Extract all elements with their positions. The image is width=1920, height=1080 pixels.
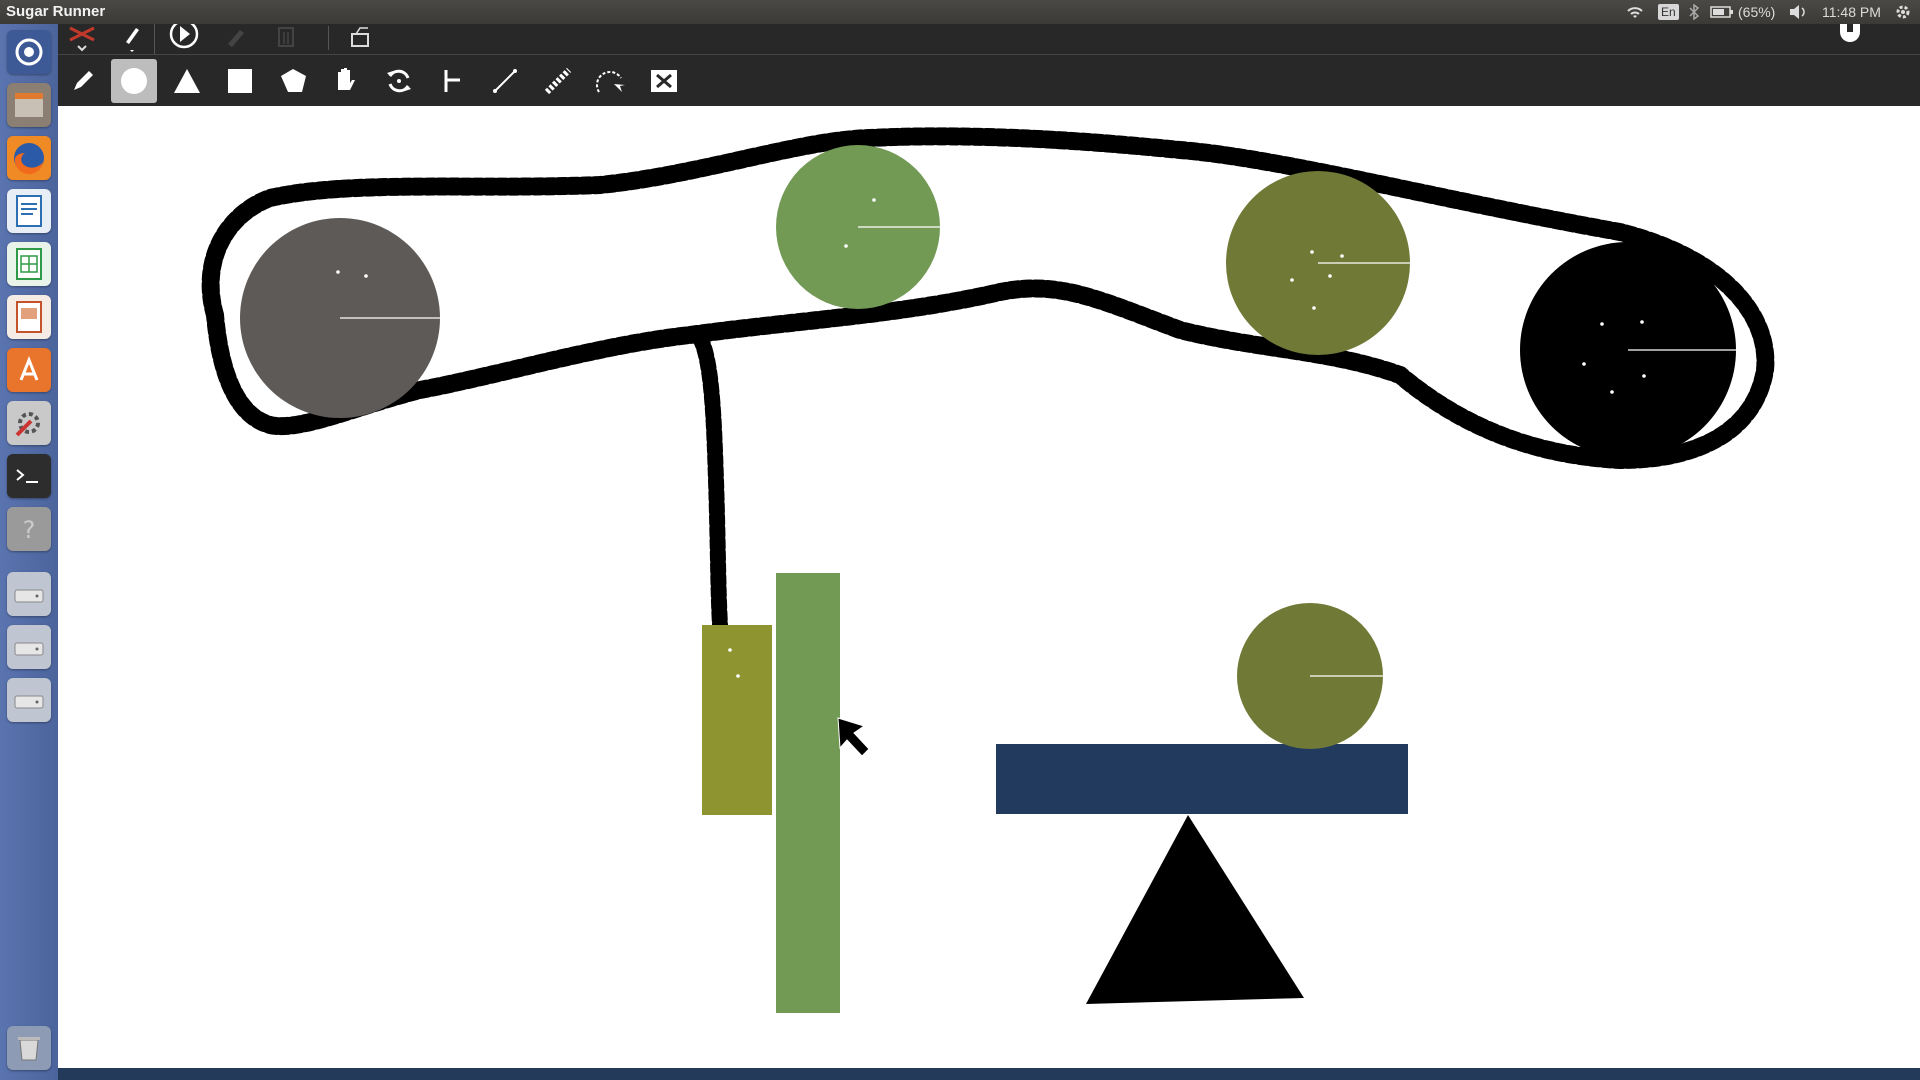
clock[interactable]: 11:48 PM [1822,3,1881,21]
seesaw-plank[interactable] [996,744,1408,814]
gear-icon[interactable] [1894,3,1912,21]
keyboard-indicator[interactable]: En [1658,4,1679,20]
dash-icon[interactable] [7,30,51,74]
terminal-icon[interactable] [7,454,51,498]
battery-icon[interactable] [1710,3,1734,21]
status-strip [58,1068,1920,1080]
trash-icon[interactable] [7,1026,51,1070]
drive-icon[interactable] [7,625,51,669]
activity-icon[interactable] [60,24,104,54]
impress-icon[interactable] [7,295,51,339]
pen-icon[interactable] [214,24,258,54]
pencil-tool-icon[interactable] [60,59,106,103]
chain-loop [201,127,1775,470]
top-panel: Sugar Runner En (65%) 11:48 PM [0,0,1920,24]
circle-tool-icon[interactable] [111,59,157,103]
chain-tool-icon[interactable] [535,59,581,103]
gray-circle[interactable] [240,218,440,418]
calc-icon[interactable] [7,242,51,286]
seesaw-ball[interactable] [1237,603,1383,749]
stop-icon[interactable] [1828,24,1872,54]
joint-tool-icon[interactable] [482,59,528,103]
destroy-tool-icon[interactable] [641,59,687,103]
grab-tool-icon[interactable] [323,59,369,103]
polygon-tool-icon[interactable] [270,59,316,103]
hanging-chain [692,330,728,633]
volume-icon[interactable] [1788,3,1808,21]
box-tool-icon[interactable] [217,59,263,103]
software-center-icon[interactable] [7,348,51,392]
drive-icon[interactable] [7,572,51,616]
tools-toolbar [58,54,1920,107]
motor-tool-icon[interactable] [376,59,422,103]
green-bar[interactable] [776,573,840,1013]
toolbar-separator [328,26,329,50]
magic-pen-tool-icon[interactable] [588,59,634,103]
files-icon[interactable] [7,83,51,127]
bluetooth-icon[interactable] [1688,3,1700,21]
system-settings-icon[interactable] [7,401,51,445]
battery-percent: (65%) [1738,4,1776,20]
run-icon[interactable] [162,19,206,54]
firefox-icon[interactable] [7,136,51,180]
triangle-tool-icon[interactable] [164,59,210,103]
svg-text:?: ? [23,516,36,544]
green-circle[interactable] [776,145,940,309]
fulcrum-triangle[interactable] [1086,815,1304,1004]
writer-icon[interactable] [7,189,51,233]
window-title: Sugar Runner [6,3,106,20]
wifi-icon[interactable] [1625,3,1645,21]
drive-icon[interactable] [7,678,51,722]
delete-icon[interactable] [264,24,308,54]
edit-icon[interactable] [110,24,155,54]
activity-toolbar [58,19,1920,54]
olive-box[interactable] [702,625,772,815]
mouse-cursor-icon [837,717,870,757]
physics-canvas[interactable] [58,106,1920,1068]
export-icon[interactable] [338,24,382,54]
launcher: ? [0,24,58,1080]
help-icon[interactable]: ? [7,507,51,551]
black-circle[interactable] [1520,242,1736,458]
olive-circle[interactable] [1226,171,1410,355]
pin-tool-icon[interactable] [429,59,475,103]
